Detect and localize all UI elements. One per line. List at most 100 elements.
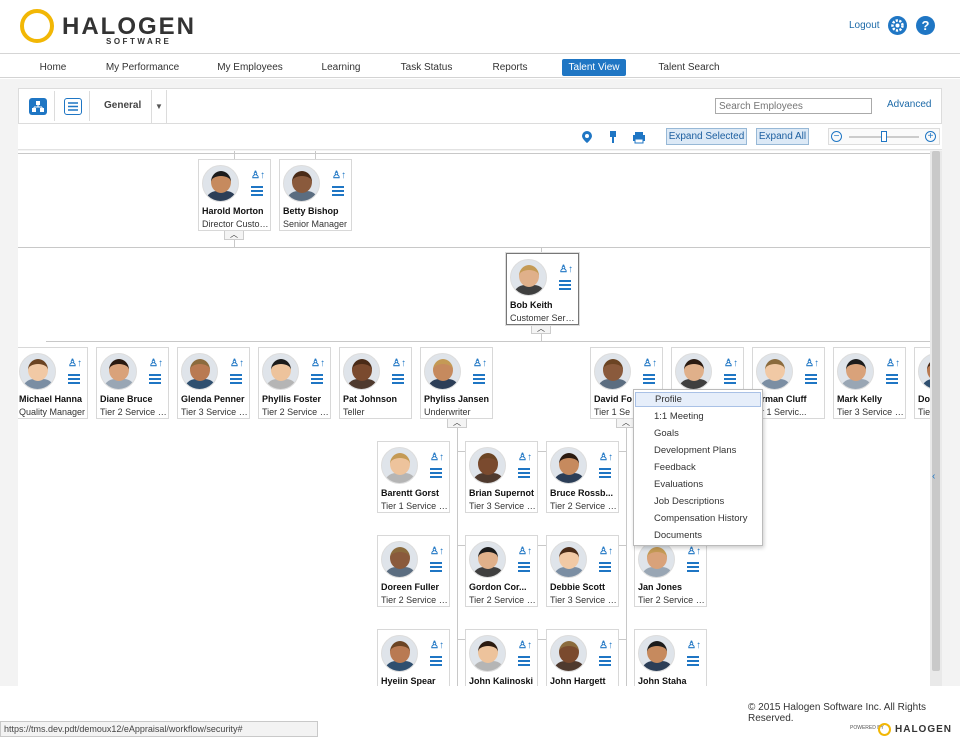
card-menu-icon[interactable] [251, 186, 263, 196]
avatar[interactable] [381, 635, 418, 672]
add-direct-report-icon[interactable]: ♙↑ [518, 547, 532, 557]
add-direct-report-icon[interactable]: ♙↑ [332, 171, 346, 181]
menu-item-1-1-meeting[interactable]: 1:1 Meeting [635, 409, 761, 424]
zoom-in-icon[interactable]: + [925, 131, 936, 142]
card-menu-icon[interactable] [886, 374, 898, 384]
add-direct-report-icon[interactable]: ♙↑ [559, 265, 573, 275]
avatar[interactable] [550, 541, 587, 578]
card-menu-icon[interactable] [559, 280, 571, 290]
expand-all-button[interactable]: Expand All [756, 128, 809, 145]
employee-name[interactable]: Doreen Fuller [381, 582, 451, 592]
employee-card[interactable]: ♙↑ Barentt Gorst Tier 1 Service Representa… [377, 441, 450, 513]
add-direct-report-icon[interactable]: ♙↑ [392, 359, 406, 369]
list-view-button[interactable] [56, 91, 90, 121]
card-menu-icon[interactable] [599, 468, 611, 478]
card-menu-icon[interactable] [599, 656, 611, 666]
menu-item-evaluations[interactable]: Evaluations [635, 477, 761, 492]
locate-person-icon[interactable] [581, 130, 593, 144]
employee-card[interactable]: ♙↑ Debbie Scott Tier 3 Service Representat… [546, 535, 619, 607]
add-direct-report-icon[interactable]: ♙↑ [230, 359, 244, 369]
employee-card[interactable]: ♙↑ Hyeiin Spear [377, 629, 450, 686]
avatar[interactable] [283, 165, 320, 202]
avatar[interactable] [550, 447, 587, 484]
card-menu-icon[interactable] [643, 374, 655, 384]
employee-card[interactable]: ♙↑ Pat Johnson Teller [339, 347, 412, 419]
employee-card[interactable]: ♙↑ Doreen Fuller Tier 2 Service Representa… [377, 535, 450, 607]
employee-name[interactable]: Hyeiin Spear [381, 676, 451, 686]
card-menu-icon[interactable] [332, 186, 344, 196]
logout-link[interactable]: Logout [849, 20, 880, 31]
employee-name[interactable]: Glenda Penner [181, 394, 251, 404]
org-chart-canvas[interactable]: ︿ ︿ ︿ ︿ ♙↑Harold MortonDirector Customer… [18, 151, 930, 686]
avatar[interactable] [202, 165, 239, 202]
menu-item-documents[interactable]: Documents [635, 528, 761, 543]
employee-card[interactable]: ♙↑ Bob Keith Customer Service Manager [506, 253, 579, 325]
add-direct-report-icon[interactable]: ♙↑ [311, 359, 325, 369]
employee-card[interactable]: ♙↑ Betty Bishop Senior Manager [279, 159, 352, 231]
avatar[interactable] [424, 353, 461, 390]
avatar[interactable] [469, 541, 506, 578]
nav-my-employees[interactable]: My Employees [215, 59, 285, 76]
card-menu-icon[interactable] [430, 468, 442, 478]
card-menu-icon[interactable] [473, 374, 485, 384]
avatar[interactable] [675, 353, 712, 390]
nav-learning[interactable]: Learning [318, 59, 364, 76]
expand-side-panel-icon[interactable]: ‹ [932, 471, 935, 482]
avatar[interactable] [100, 353, 137, 390]
avatar[interactable] [181, 353, 218, 390]
employee-card[interactable]: ♙↑ Michael Hanna Quality Manager [18, 347, 88, 419]
avatar[interactable] [19, 353, 56, 390]
nav-my-performance[interactable]: My Performance [104, 59, 181, 76]
employee-name[interactable]: Bruce Rossb... [550, 488, 620, 498]
avatar[interactable] [918, 353, 930, 390]
gear-icon[interactable] [888, 16, 907, 35]
menu-item-development-plans[interactable]: Development Plans [635, 443, 761, 458]
add-direct-report-icon[interactable]: ♙↑ [251, 171, 265, 181]
card-menu-icon[interactable] [687, 562, 699, 572]
avatar[interactable] [469, 635, 506, 672]
vertical-scrollbar[interactable]: ‹ [930, 151, 942, 686]
card-menu-icon[interactable] [149, 374, 161, 384]
employee-name[interactable]: John Kalinoski [469, 676, 539, 686]
nav-home[interactable]: Home [33, 59, 73, 76]
employee-name[interactable]: Betty Bishop [283, 206, 353, 216]
add-direct-report-icon[interactable]: ♙↑ [643, 359, 657, 369]
avatar[interactable] [381, 447, 418, 484]
add-direct-report-icon[interactable]: ♙↑ [599, 641, 613, 651]
add-direct-report-icon[interactable]: ♙↑ [599, 547, 613, 557]
print-icon[interactable] [632, 130, 646, 144]
add-direct-report-icon[interactable]: ♙↑ [149, 359, 163, 369]
nav-talent-search[interactable]: Talent Search [655, 59, 723, 76]
add-direct-report-icon[interactable]: ♙↑ [886, 359, 900, 369]
expand-selected-button[interactable]: Expand Selected [666, 128, 747, 145]
employee-card[interactable]: ♙↑ Harold Morton Director Customer Service [198, 159, 271, 231]
menu-item-goals[interactable]: Goals [635, 426, 761, 441]
add-direct-report-icon[interactable]: ♙↑ [430, 641, 444, 651]
employee-name[interactable]: Gordon Cor... [469, 582, 539, 592]
menu-item-profile[interactable]: Profile [635, 392, 761, 407]
employee-name[interactable]: Michael Hanna [19, 394, 89, 404]
card-menu-icon[interactable] [724, 374, 736, 384]
add-direct-report-icon[interactable]: ♙↑ [687, 641, 701, 651]
add-direct-report-icon[interactable]: ♙↑ [473, 359, 487, 369]
add-direct-report-icon[interactable]: ♙↑ [518, 641, 532, 651]
card-menu-icon[interactable] [805, 374, 817, 384]
halogen-logo[interactable]: HALOGEN SOFTWARE [20, 9, 200, 46]
chevron-down-icon[interactable]: ▼ [151, 90, 167, 123]
nav-reports[interactable]: Reports [488, 59, 532, 76]
card-menu-icon[interactable] [430, 656, 442, 666]
add-direct-report-icon[interactable]: ♙↑ [68, 359, 82, 369]
avatar[interactable] [262, 353, 299, 390]
employee-name[interactable]: Bob Keith [510, 300, 580, 310]
menu-item-compensation-history[interactable]: Compensation History [635, 511, 761, 526]
advanced-search-link[interactable]: Advanced [887, 99, 931, 110]
add-direct-report-icon[interactable]: ♙↑ [805, 359, 819, 369]
card-menu-icon[interactable] [599, 562, 611, 572]
employee-name[interactable]: orman Cluff [756, 394, 826, 404]
scrollbar-thumb[interactable] [932, 151, 940, 671]
employee-card[interactable]: ♙↑ Diane Bruce Tier 2 Service Representati… [96, 347, 169, 419]
employee-card[interactable]: ♙↑ Phyliss Jansen Underwriter [420, 347, 493, 419]
employee-card[interactable]: ♙↑ John Hargett [546, 629, 619, 686]
card-menu-icon[interactable] [687, 656, 699, 666]
employee-name[interactable]: Do [918, 394, 930, 404]
